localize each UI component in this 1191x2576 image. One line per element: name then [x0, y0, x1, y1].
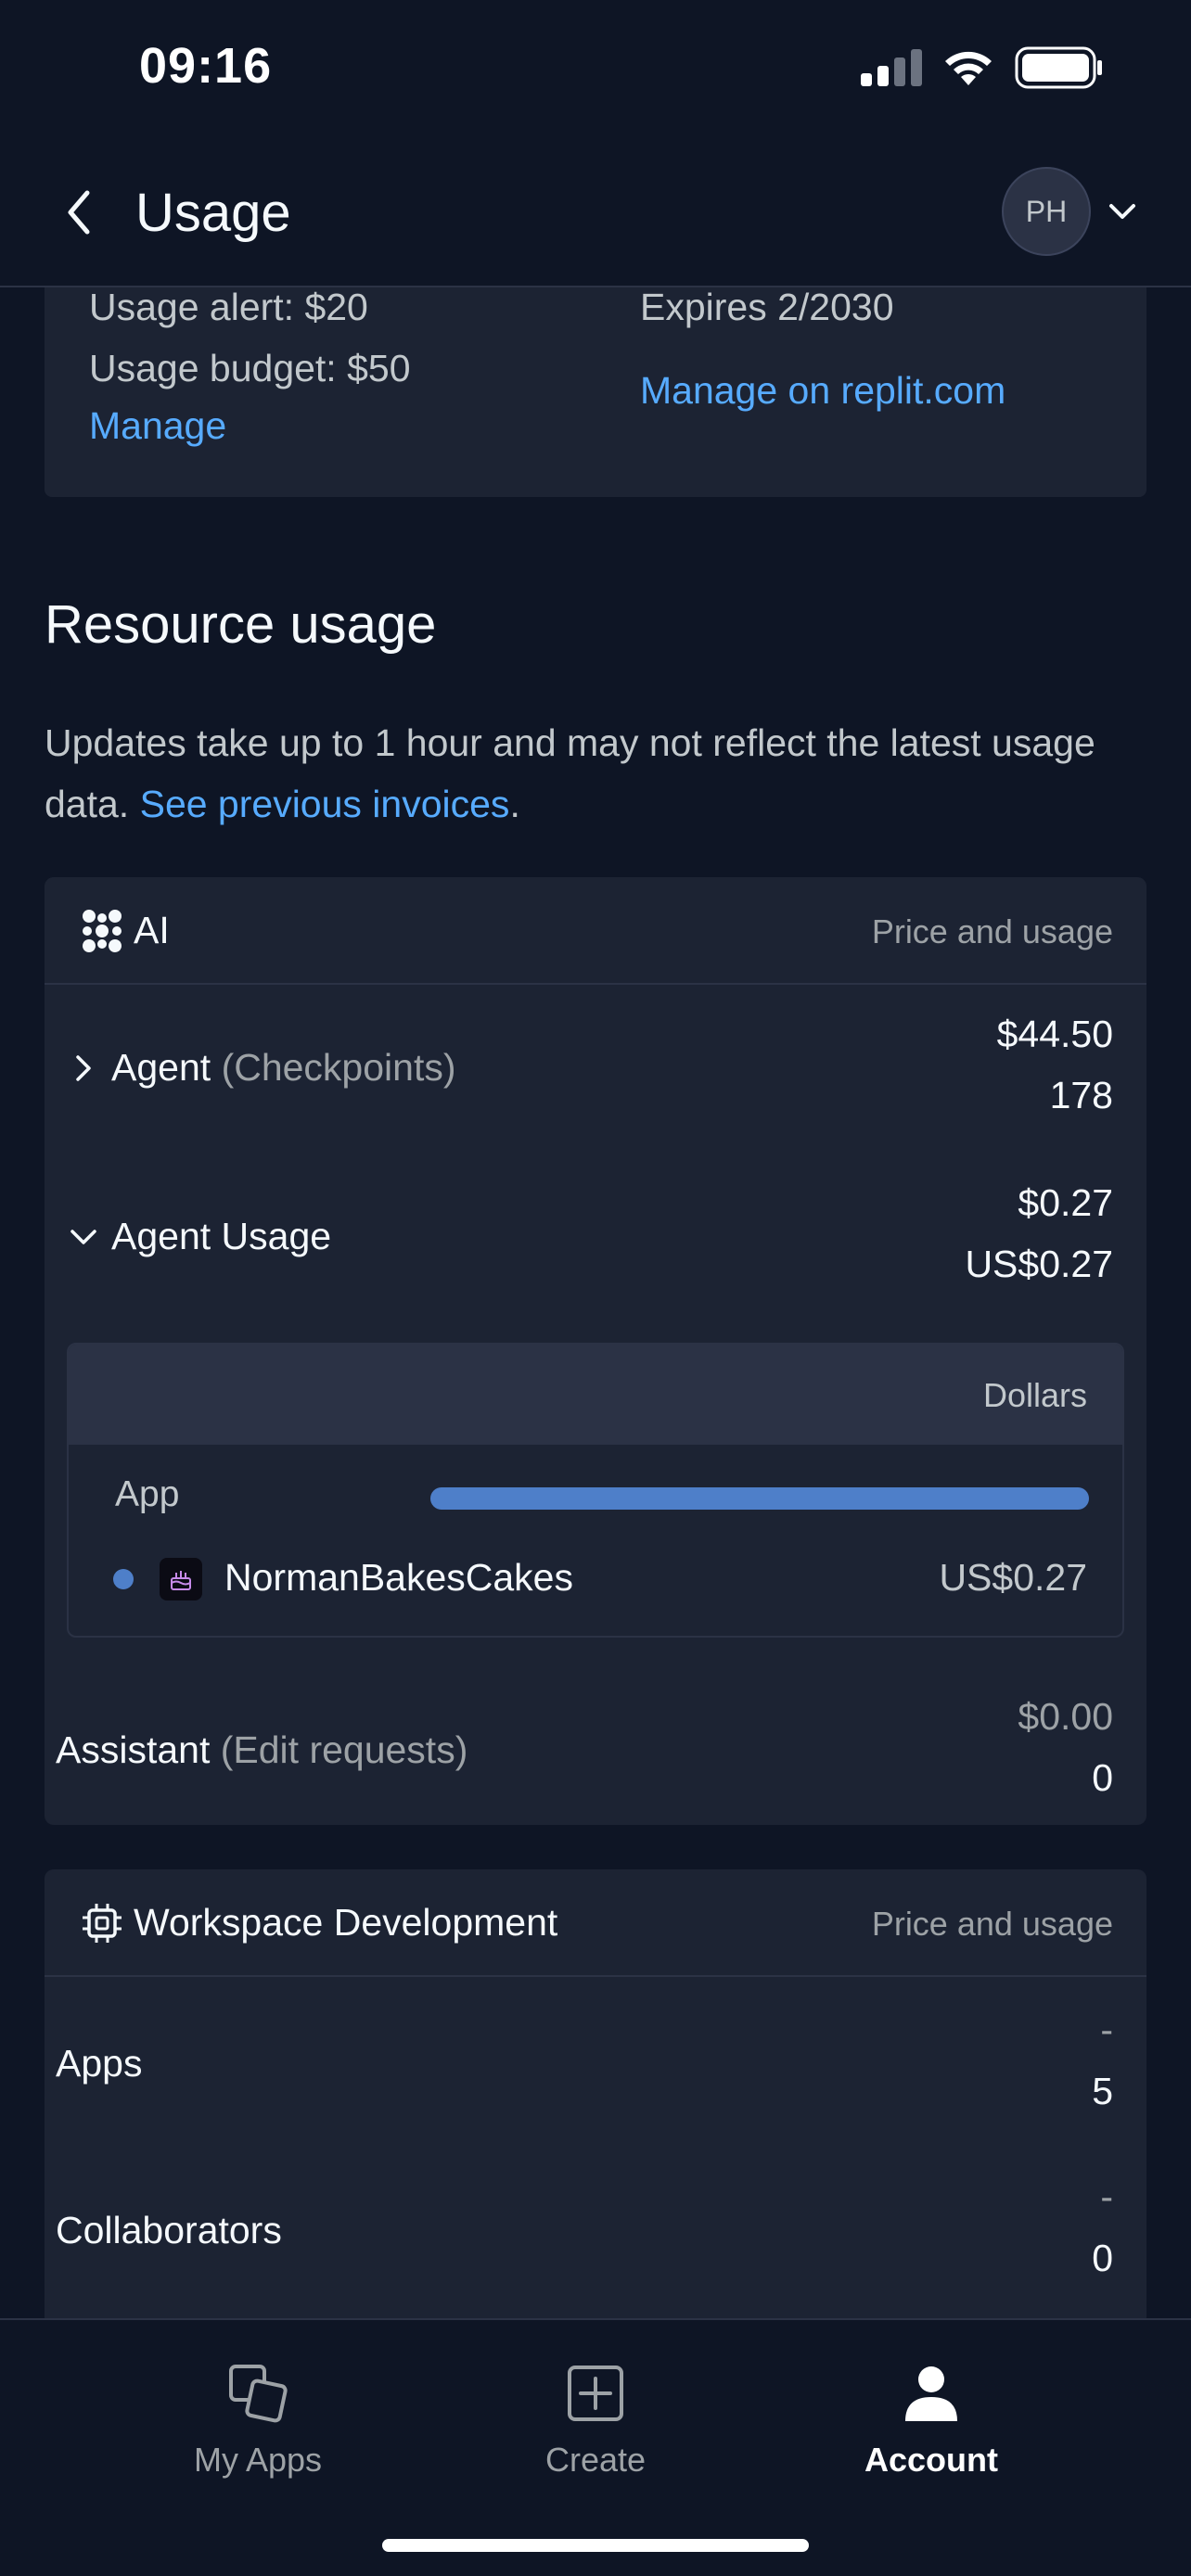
agent-usage-breakdown: Dollars App NormanBakesCakes US$0.27 [67, 1343, 1124, 1638]
tab-my-apps[interactable]: My Apps [137, 2361, 378, 2480]
manage-link[interactable]: Manage [89, 404, 226, 448]
battery-icon [1015, 46, 1102, 89]
breakdown-group-label: App [115, 1474, 180, 1514]
tab-create-label: Create [544, 2441, 647, 2479]
assistant-label: Assistant [56, 1728, 211, 1771]
tab-create[interactable]: Create [475, 2361, 716, 2480]
breakdown-header: Dollars [69, 1345, 1122, 1445]
assistant-sublabel: (Edit requests) [220, 1728, 468, 1771]
status-icons [861, 46, 1104, 89]
home-indicator [382, 2539, 809, 2552]
agent-usage-cost: $0.27 [1018, 1181, 1113, 1224]
assistant-row[interactable]: Assistant (Edit requests) $0.00 0 [45, 1656, 1146, 1825]
usage-alert-text: Usage alert: $20 [89, 286, 368, 328]
assistant-row-label: Assistant (Edit requests) [56, 1728, 467, 1772]
workspace-development-card: Workspace Development Price and usage Ap… [45, 1869, 1146, 2370]
workspace-card-header: Workspace Development Price and usage [45, 1869, 1146, 1977]
series-dot [113, 1569, 134, 1589]
apps-label: Apps [56, 2042, 143, 2085]
agent-usage-amount: US$0.27 [965, 1243, 1113, 1285]
status-time: 09:16 [139, 38, 273, 94]
app-thumbnail-icon [160, 1558, 202, 1600]
collaborators-cost: - [1100, 2175, 1113, 2218]
app-name[interactable]: NormanBakesCakes [224, 1556, 573, 1600]
agent-label: Agent [111, 1046, 211, 1089]
bottom-tab-bar: My Apps Create Account [0, 2318, 1191, 2576]
breakdown-unit-label: Dollars [982, 1376, 1087, 1414]
tab-account-label: Account [864, 2441, 998, 2479]
chip-icon [76, 1897, 128, 1949]
collaborators-label: Collaborators [56, 2209, 282, 2251]
manage-on-replit-link[interactable]: Manage on replit.com [640, 369, 1005, 413]
tab-my-apps-label: My Apps [193, 2441, 323, 2479]
agent-usage-label: Agent Usage [111, 1215, 332, 1257]
resource-usage-title: Resource usage [45, 594, 437, 655]
assistant-cost: $0.00 [1018, 1695, 1113, 1738]
collaborators-count: 0 [1092, 2237, 1113, 2279]
chevron-down-icon [1109, 204, 1135, 219]
agent-usage-row[interactable]: Agent Usage $0.27 US$0.27 [45, 1154, 1146, 1322]
ai-card-header: AI Price and usage [45, 877, 1146, 985]
account-icon [811, 2361, 1052, 2426]
wifi-icon [945, 51, 992, 85]
back-button[interactable] [56, 180, 102, 245]
ai-icon [76, 905, 128, 957]
agent-sublabel: (Checkpoints) [221, 1046, 456, 1089]
top-nav-header: Usage PH [0, 139, 1191, 287]
workspace-card-title: Workspace Development [134, 1901, 558, 1944]
collaborators-row: Collaborators - 0 [45, 2146, 1146, 2315]
usage-budget-text: Usage budget: $50 [89, 347, 411, 389]
my-apps-icon [137, 2361, 378, 2426]
app-usage-value: US$0.27 [939, 1556, 1087, 1599]
page-title: Usage [135, 183, 291, 243]
ai-price-usage-label: Price and usage [871, 912, 1113, 950]
agent-checkpoints-row[interactable]: Agent (Checkpoints) $44.50 178 [45, 985, 1146, 1154]
ai-card-title: AI [134, 909, 170, 951]
assistant-count: 0 [1092, 1756, 1113, 1799]
agent-cost: $44.50 [996, 1013, 1113, 1055]
previous-invoices-link[interactable]: See previous invoices [140, 783, 510, 825]
avatar[interactable]: PH [1002, 167, 1091, 256]
usage-bar-fill [430, 1487, 1089, 1510]
usage-bar-track [430, 1487, 1089, 1510]
chevron-down-icon [65, 1218, 102, 1256]
usage-screen: 09:16 Usage alert: $20 Usage budget: $50 [0, 0, 1191, 2576]
apps-count: 5 [1092, 2070, 1113, 2112]
apps-row: Apps - 5 [45, 1977, 1146, 2146]
expires-text: Expires 2/2030 [640, 286, 894, 328]
description-end: . [509, 783, 520, 825]
ai-usage-card: AI Price and usage Agent (Checkpoints) $… [45, 877, 1146, 1825]
agent-row-label: Agent (Checkpoints) [111, 1046, 456, 1090]
cellular-signal-icon [861, 49, 922, 86]
workspace-price-usage-label: Price and usage [871, 1905, 1113, 1943]
apps-cost: - [1100, 2009, 1113, 2051]
account-menu-toggle[interactable] [1104, 193, 1141, 230]
chevron-left-icon [68, 190, 90, 235]
create-icon [475, 2361, 716, 2426]
tab-account[interactable]: Account [811, 2361, 1052, 2480]
plan-card: Usage alert: $20 Usage budget: $50 Manag… [45, 260, 1146, 497]
agent-count: 178 [1049, 1074, 1113, 1116]
resource-usage-description: Updates take up to 1 hour and may not re… [45, 712, 1158, 835]
chevron-right-icon [65, 1050, 102, 1087]
status-bar: 09:16 [0, 0, 1191, 139]
